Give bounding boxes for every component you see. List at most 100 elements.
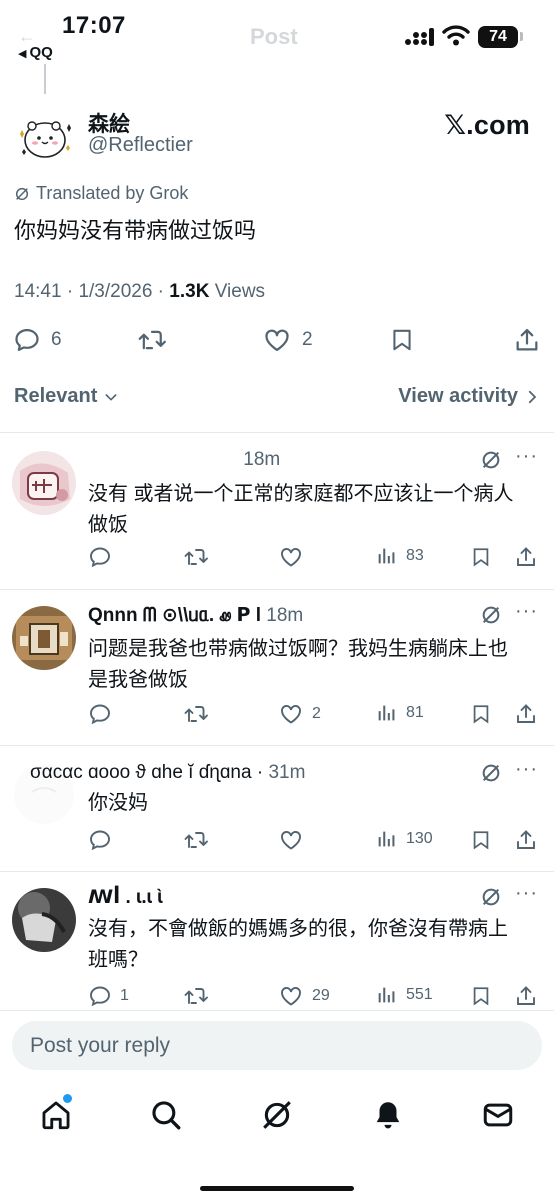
translation-notice[interactable]: Translated by Grok bbox=[14, 183, 188, 204]
repost-button[interactable] bbox=[182, 828, 210, 852]
grok-icon[interactable] bbox=[480, 604, 502, 626]
reply-text-line: 你没妈 bbox=[88, 792, 148, 814]
like-button[interactable] bbox=[278, 828, 312, 852]
views-button[interactable]: 551 bbox=[376, 984, 433, 1006]
reply-text-line: 是我爸做饭 bbox=[88, 669, 188, 691]
author-handle[interactable]: @Reflectier bbox=[88, 134, 193, 157]
reply-author[interactable]: Qnnn ᗰ ⊙\\ᥙᥲ. ꮺ ꓑ l 18m bbox=[88, 604, 303, 627]
bookmark-button[interactable] bbox=[470, 702, 492, 726]
reply-button[interactable] bbox=[88, 545, 120, 569]
like-count: 2 bbox=[312, 705, 321, 722]
like-button[interactable]: 29 bbox=[278, 984, 330, 1008]
reply-composer-input[interactable]: Post your reply bbox=[12, 1021, 542, 1070]
reply-author[interactable]: 18m bbox=[88, 449, 280, 471]
reply-count: 1 bbox=[120, 987, 129, 1004]
bookmark-icon bbox=[473, 987, 489, 1006]
reply-author[interactable]: σαcαϲ ɑooo ϑ ɑhe ĭ ɗɳɑna · 31m bbox=[30, 762, 305, 784]
bookmark-button[interactable] bbox=[470, 828, 492, 852]
views-count: 1.3K bbox=[169, 281, 210, 302]
sort-label: Relevant bbox=[14, 385, 98, 407]
like-button[interactable] bbox=[278, 545, 312, 569]
more-icon[interactable]: ··· bbox=[515, 600, 538, 623]
views-button[interactable]: 83 bbox=[376, 545, 424, 567]
reply-item[interactable]: 18m ··· 没有 或者说一个正常的家庭都不应该让一个病人 做饭 83 bbox=[0, 433, 554, 589]
battery-tip bbox=[520, 32, 523, 41]
views-icon bbox=[378, 548, 395, 564]
reply-item[interactable]: Qnnn ᗰ ⊙\\ᥙᥲ. ꮺ ꓑ l 18m ··· 问题是我爸也带病做过饭啊… bbox=[0, 590, 554, 745]
repost-button[interactable] bbox=[136, 326, 168, 354]
reply-avatar[interactable] bbox=[12, 888, 76, 952]
reply-count: 6 bbox=[51, 329, 62, 350]
thread-connector-line bbox=[44, 64, 46, 94]
reply-icon bbox=[90, 547, 110, 568]
bookmark-button[interactable] bbox=[470, 984, 492, 1008]
reply-icon bbox=[15, 328, 39, 352]
reply-text: 沒有，不會做飯的媽媽多的很，你爸沒有帶病上 班嗎？ bbox=[88, 914, 538, 976]
bookmark-button[interactable] bbox=[470, 545, 492, 569]
reply-action-bar: 130 bbox=[0, 828, 554, 858]
share-button[interactable] bbox=[513, 326, 541, 354]
reply-button[interactable]: 6 bbox=[13, 326, 62, 354]
views-count: 83 bbox=[406, 547, 424, 564]
sort-dropdown[interactable]: Relevant bbox=[14, 385, 119, 408]
replies-sort-row: Relevant View activity bbox=[0, 385, 554, 415]
share-button[interactable] bbox=[514, 545, 538, 569]
share-button[interactable] bbox=[514, 984, 538, 1008]
like-button[interactable]: 2 bbox=[278, 702, 321, 726]
tab-home[interactable] bbox=[39, 1098, 73, 1137]
tab-search[interactable] bbox=[149, 1098, 183, 1137]
share-button[interactable] bbox=[514, 828, 538, 852]
reply-button[interactable] bbox=[88, 702, 120, 726]
avatar-illustration bbox=[12, 104, 76, 168]
reply-item[interactable]: σαcαϲ ɑooo ϑ ɑhe ĭ ɗɳɑna · 31m ··· 你没妈 1… bbox=[0, 746, 554, 871]
avatar-image bbox=[12, 606, 76, 670]
reply-icon bbox=[90, 830, 110, 851]
more-icon[interactable]: ··· bbox=[515, 758, 538, 781]
cellular-signal-icon bbox=[405, 28, 434, 46]
more-icon[interactable]: ··· bbox=[515, 882, 538, 905]
like-button[interactable]: 2 bbox=[262, 326, 313, 354]
reply-author[interactable]: ꟿꟾ . ɩ.ɩ ɩ̀ bbox=[88, 886, 162, 909]
grok-icon[interactable] bbox=[480, 449, 502, 471]
tab-notifications[interactable] bbox=[371, 1098, 405, 1137]
repost-button[interactable] bbox=[182, 984, 210, 1008]
views-button[interactable]: 130 bbox=[376, 828, 433, 850]
site-watermark: 𝕏.com bbox=[444, 110, 530, 140]
grok-icon[interactable] bbox=[480, 762, 502, 784]
grok-icon bbox=[15, 187, 29, 200]
reply-button[interactable]: 1 bbox=[88, 984, 129, 1008]
back-triangle-icon: ◀ bbox=[18, 48, 27, 60]
post-metadata: 14:41 · 1/3/2026 · 1.3K Views bbox=[14, 281, 266, 302]
divider bbox=[0, 1010, 554, 1011]
home-indicator bbox=[200, 1186, 354, 1191]
repost-icon bbox=[184, 832, 208, 848]
bottom-tab-bar bbox=[0, 1090, 554, 1150]
reply-item[interactable]: ꟿꟾ . ɩ.ɩ ɩ̀ ··· 沒有，不會做飯的媽媽多的很，你爸沒有帶病上 班嗎？… bbox=[0, 872, 554, 1012]
reply-avatar[interactable] bbox=[12, 606, 76, 670]
bookmark-button[interactable] bbox=[389, 326, 415, 354]
repost-button[interactable] bbox=[182, 702, 210, 726]
back-to-app-link[interactable]: ◀ QQ bbox=[18, 44, 53, 61]
reply-avatar[interactable] bbox=[12, 451, 76, 515]
reply-author-name: Qnnn ᗰ ⊙\\ᥙᥲ. ꮺ ꓑ l bbox=[88, 605, 261, 626]
reply-author-name: ꟿꟾ . ɩ.ɩ ɩ̀ bbox=[88, 887, 163, 908]
like-count: 29 bbox=[312, 987, 330, 1004]
reply-button[interactable] bbox=[88, 828, 120, 852]
view-activity-link[interactable]: View activity bbox=[398, 385, 538, 408]
tab-messages[interactable] bbox=[481, 1098, 515, 1137]
reply-action-bar: 83 bbox=[0, 545, 554, 575]
author-avatar[interactable] bbox=[12, 104, 76, 168]
ghost-page-title: Post bbox=[250, 24, 298, 49]
views-button[interactable]: 81 bbox=[376, 702, 424, 724]
repost-button[interactable] bbox=[182, 545, 210, 569]
grok-icon[interactable] bbox=[480, 886, 502, 908]
reply-text: 你没妈 bbox=[88, 788, 538, 819]
more-icon[interactable]: ··· bbox=[515, 445, 538, 468]
tab-grok[interactable] bbox=[260, 1098, 294, 1137]
translated-label: Translated by Grok bbox=[36, 183, 189, 203]
reply-text: 没有 或者说一个正常的家庭都不应该让一个病人 做饭 bbox=[88, 479, 538, 541]
reply-time: 31m bbox=[268, 762, 306, 783]
heart-icon bbox=[265, 329, 289, 352]
share-button[interactable] bbox=[514, 702, 538, 726]
bell-icon bbox=[376, 1102, 400, 1129]
